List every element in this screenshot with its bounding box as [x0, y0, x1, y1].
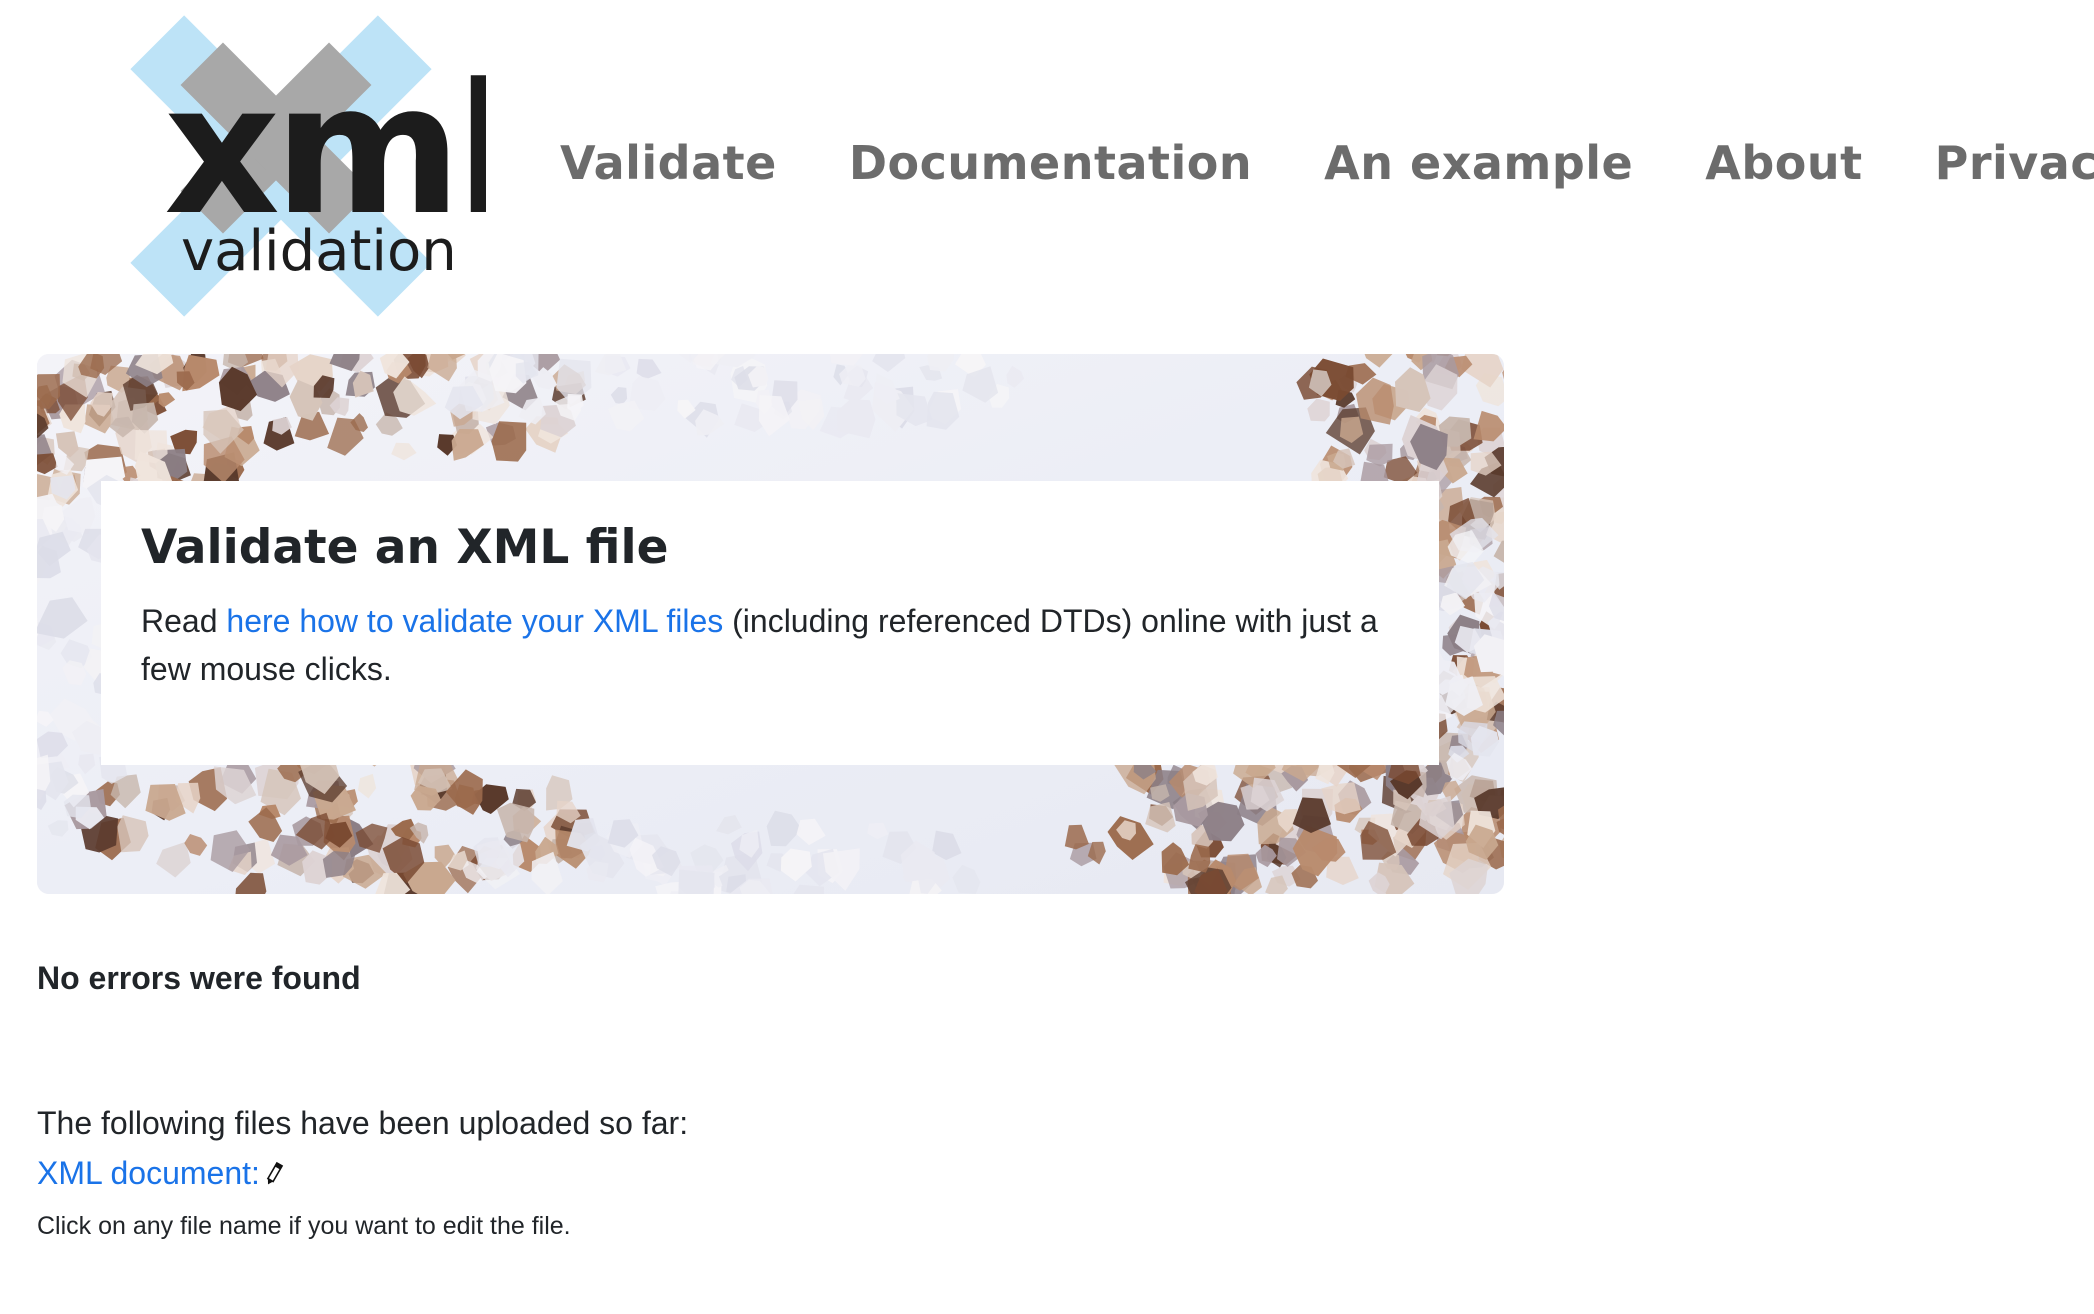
nav-about[interactable]: About [1705, 136, 1862, 190]
nav-documentation[interactable]: Documentation [849, 136, 1252, 190]
mosaic-cell [678, 869, 715, 894]
page: xml validation Validate Documentation An… [0, 0, 2094, 1314]
nav-privacy[interactable]: Privacy [1935, 136, 2094, 190]
edit-hint: Click on any file name if you want to ed… [37, 1212, 571, 1240]
uploaded-files-intro: The following files have been uploaded s… [37, 1105, 689, 1141]
main-nav: Validate Documentation An example About … [560, 136, 2094, 190]
nav-an-example[interactable]: An example [1324, 136, 1633, 190]
validation-status: No errors were found [37, 960, 361, 996]
hero-banner: Validate an XML file Read here how to va… [37, 354, 1504, 894]
hero-title: Validate an XML file [141, 520, 669, 575]
site-logo[interactable]: xml validation [76, 10, 486, 322]
hero-text-before: Read [141, 603, 227, 640]
how-to-validate-link[interactable]: here how to validate your XML files [226, 603, 723, 639]
pencil-icon [266, 1161, 284, 1184]
hero-card: Validate an XML file Read here how to va… [101, 481, 1439, 765]
nav-validate[interactable]: Validate [560, 136, 777, 190]
logo-subtitle: validation [181, 219, 457, 284]
x-cross-logo-icon: xml validation [130, 15, 486, 317]
file-link-xml-document[interactable]: XML document: [37, 1155, 284, 1192]
file-name: XML document: [37, 1155, 260, 1191]
hero-description: Read here how to validate your XML files… [141, 597, 1399, 693]
